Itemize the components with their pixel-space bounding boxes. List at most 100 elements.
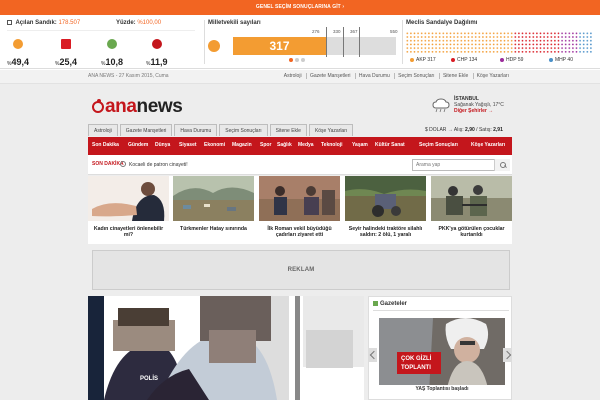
newspaper-image[interactable]: ÇOK GİZLİ TOPLANTI xyxy=(379,318,505,393)
newspaper-next-button[interactable] xyxy=(503,348,511,362)
newspapers-widget: Gazeteler ÇOK GİZLİ TOPLANTI YAŞ Toplant… xyxy=(368,296,512,400)
newspaper-photo: ÇOK GİZLİ TOPLANTI xyxy=(379,318,505,393)
top-link-add-to-site[interactable]: Sitene Ekle xyxy=(438,73,472,79)
currency-label: $ DOLAR → xyxy=(425,127,453,133)
top-links: Astroloji Gazete Manşetleri Hava Durumu … xyxy=(281,73,512,79)
site-logo[interactable]: ananews xyxy=(92,96,183,118)
breaking-news-bar: SON DAKİKA Kocaeli de patron cinayeti! xyxy=(88,155,512,175)
slider-dots[interactable] xyxy=(289,58,307,64)
weather-widget[interactable]: İSTANBUL Sağanak Yağışlı, 17°C Diğer Şeh… xyxy=(430,94,512,120)
ballot-box-icon xyxy=(7,20,12,25)
tab-election-results[interactable]: Seçim Sonuçları xyxy=(219,124,268,136)
opened-ballot-box-label: Açılan Sandık: 178.507 xyxy=(7,20,80,26)
seat-legend-mhp: MHP 40 xyxy=(549,57,573,63)
election-results-banner[interactable]: GENEL SEÇİM SONUÇLARINA GİT › xyxy=(0,0,600,15)
top-link-weather[interactable]: Hava Durumu xyxy=(354,73,393,79)
news-image xyxy=(259,176,340,221)
nav-culture-art[interactable]: Kültür Sanat xyxy=(375,142,405,148)
tab-columnists[interactable]: Köşe Yazarları xyxy=(308,124,354,136)
nav-columnists[interactable]: Köşe Yazarları xyxy=(471,142,505,148)
rain-cloud-icon xyxy=(432,98,450,113)
slider-dot[interactable] xyxy=(301,58,305,62)
logo-suffix: news xyxy=(136,96,183,117)
currency-buy-value: 2,90 xyxy=(465,127,475,133)
hdp-percentage: %10,8 xyxy=(101,57,123,67)
top-link-election-results[interactable]: Seçim Sonuçları xyxy=(394,73,438,79)
seat-tick-276: 276 xyxy=(312,29,320,34)
tab-weather[interactable]: Hava Durumu xyxy=(174,124,218,136)
party-mhp: %11,9 xyxy=(146,39,186,69)
seat-legend-chp: CHP 134 xyxy=(451,57,477,63)
nav-media[interactable]: Medya xyxy=(298,142,314,148)
nav-life[interactable]: Yaşam xyxy=(352,142,368,148)
news-caption: PKK'ya götürülen çocuklar kurtarıldı xyxy=(431,223,512,244)
vertical-divider-2 xyxy=(402,20,403,64)
newspapers-divider xyxy=(373,310,509,311)
nav-breaking-news[interactable]: Son Dakika xyxy=(92,142,119,148)
news-card[interactable]: Türkmenler Hatay sınırında xyxy=(173,176,254,244)
nav-magazine[interactable]: Magazin xyxy=(232,142,252,148)
news-card[interactable]: Seyir halindeki traktöre silahlı saldırı… xyxy=(345,176,426,244)
advertisement-slot[interactable]: REKLAM xyxy=(92,250,510,290)
top-link-columnists[interactable]: Köşe Yazarları xyxy=(472,73,512,79)
news-caption: Türkmenler Hatay sınırında xyxy=(173,223,254,244)
currency-rate: $ DOLAR → Alış: 2,90 / Satış: 2,91 xyxy=(425,127,503,133)
tab-newspaper-headlines[interactable]: Gazete Manşetleri xyxy=(119,124,173,136)
nav-election-results[interactable]: Seçim Sonuçları xyxy=(419,142,458,148)
percentage-text: Yüzde: xyxy=(116,20,136,26)
nav-politics[interactable]: Siyaset xyxy=(179,142,197,148)
currency-separator: / xyxy=(476,127,478,133)
newspapers-title: Gazeteler xyxy=(373,301,407,307)
akp-seat-logo-icon xyxy=(208,40,220,52)
tab-astrology[interactable]: Astroloji xyxy=(88,124,118,136)
nav-sports[interactable]: Spor xyxy=(260,142,271,148)
news-caption: Seyir halindeki traktöre silahlı saldırı… xyxy=(345,223,426,244)
slider-dot[interactable] xyxy=(289,58,293,62)
news-image xyxy=(345,176,426,221)
nav-technology[interactable]: Teknoloji xyxy=(321,142,343,148)
opened-ballot-box-text: Açılan Sandık: xyxy=(15,20,57,26)
logo-mark-icon xyxy=(92,99,104,113)
vertical-divider xyxy=(204,20,205,64)
mhp-percentage: %11,9 xyxy=(146,57,168,67)
party-chp: %25,4 xyxy=(55,39,95,69)
nav-economy[interactable]: Ekonomi xyxy=(204,142,225,148)
seat-distribution-dot-grid xyxy=(406,32,592,54)
nav-agenda[interactable]: Gündem xyxy=(128,142,148,148)
chp-logo-icon xyxy=(61,39,71,49)
news-card[interactable]: PKK'ya götürülen çocuklar kurtarıldı xyxy=(431,176,512,244)
newspaper-image-text-1: ÇOK GİZLİ xyxy=(401,355,432,362)
seat-bar-fill: 317 xyxy=(233,37,326,55)
news-image xyxy=(88,176,169,221)
news-card[interactable]: Kadın cinayetleri önlenebilir mi? xyxy=(88,176,169,244)
top-link-astrology[interactable]: Astroloji xyxy=(281,73,305,79)
newspaper-image-text-2: TOPLANTI xyxy=(401,365,431,371)
nav-world[interactable]: Dünya xyxy=(155,142,170,148)
tab-add-to-site[interactable]: Sitene Ekle xyxy=(269,124,307,136)
top-link-newspaper-headlines[interactable]: Gazete Manşetleri xyxy=(305,73,354,79)
featured-news-row: Kadın cinayetleri önlenebilir mi? Türkme… xyxy=(88,176,512,244)
breaking-news-link[interactable]: Kocaeli de patron cinayeti! xyxy=(120,161,188,168)
seat-count-title: Milletvekili sayıları xyxy=(208,20,261,26)
slider-dot[interactable] xyxy=(295,58,299,62)
seat-mark-276 xyxy=(326,27,327,57)
seat-tick-367: 367 xyxy=(350,29,358,34)
akp-percentage: %49,4 xyxy=(7,57,29,67)
logo-prefix: ana xyxy=(105,96,137,117)
site-date: ANA NEWS - 27 Kasım 2015, Cuma xyxy=(88,73,169,79)
party-akp: %49,4 xyxy=(7,39,47,69)
newspaper-prev-button[interactable] xyxy=(369,348,377,362)
news-caption: İlk Roman vekil büyüdüğü çadırları ziyar… xyxy=(259,223,340,244)
nav-health[interactable]: Sağlık xyxy=(277,142,292,148)
panel-divider xyxy=(7,30,195,31)
svg-text:POLİS: POLİS xyxy=(140,375,158,382)
seat-mark-367 xyxy=(359,27,360,57)
other-cities-link[interactable]: Diğer Şehirler → xyxy=(454,108,493,114)
seat-tick-550: 550 xyxy=(390,29,398,34)
opened-ballot-box-count: 178.507 xyxy=(58,20,81,26)
percentage-value: %100,00 xyxy=(137,20,162,26)
search-button[interactable] xyxy=(494,159,510,171)
news-card[interactable]: İlk Roman vekil büyüdüğü çadırları ziyar… xyxy=(259,176,340,244)
news-image xyxy=(431,176,512,221)
main-news-image[interactable]: POLİS xyxy=(88,296,364,400)
